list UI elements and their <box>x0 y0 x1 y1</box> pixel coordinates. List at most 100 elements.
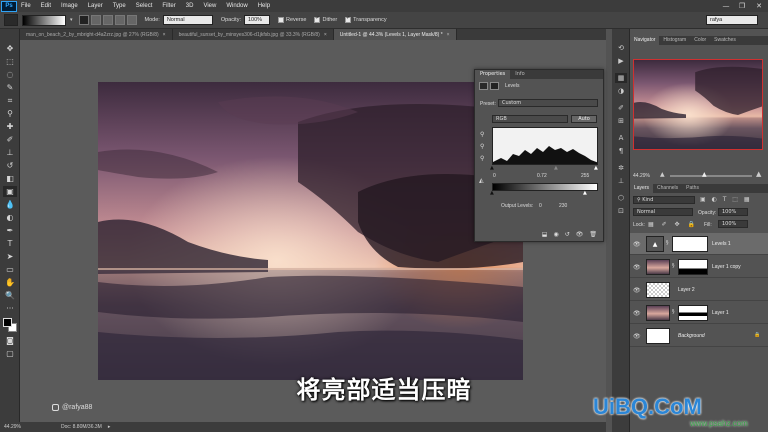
brush-tool-icon[interactable]: ✐ <box>3 134 17 145</box>
output-black-value[interactable]: 0 <box>539 203 542 209</box>
visibility-eye-icon[interactable]: 👁 <box>633 310 641 317</box>
layer-row-layer-2[interactable]: 👁 Layer 2 <box>630 279 768 301</box>
clip-to-layer-icon[interactable]: ⬓ <box>542 231 548 238</box>
lock-icons[interactable]: ▦ ✐ ✥ 🔒 <box>648 221 698 228</box>
close-icon[interactable]: × <box>324 32 327 38</box>
minimize-button[interactable]: — <box>718 0 734 12</box>
path-select-tool-icon[interactable]: ➤ <box>3 251 17 262</box>
maximize-button[interactable]: ❐ <box>734 0 750 12</box>
document-canvas-image[interactable] <box>98 82 523 380</box>
menu-image[interactable]: Image <box>61 3 78 9</box>
layer-row-background[interactable]: 👁 Background 🔒 <box>630 325 768 347</box>
status-arrow-icon[interactable]: ▸ <box>108 424 111 430</box>
eyedropper-white-icon[interactable]: ⚲ <box>480 155 484 162</box>
eyedropper-gray-icon[interactable]: ⚲ <box>480 143 484 150</box>
visibility-eye-icon[interactable]: 👁 <box>633 287 641 294</box>
tab-man-on-beach[interactable]: man_on_beach_2_by_mbright-d4a2zrz.jpg @ … <box>20 29 173 40</box>
tab-untitled-1[interactable]: Untitled-1 @ 44.3% (Levels 1, Layer Mask… <box>333 29 457 40</box>
layer-filter-icons[interactable]: ▣ ◐ T ⬚ ▦ <box>700 196 752 203</box>
zoom-tool-icon[interactable]: 🔍 <box>3 290 17 301</box>
eraser-tool-icon[interactable]: ◧ <box>3 173 17 184</box>
character-icon[interactable]: A <box>615 133 627 143</box>
reverse-checkbox[interactable] <box>278 17 284 23</box>
input-white-value[interactable]: 255 <box>581 173 589 179</box>
gradient-picker[interactable] <box>22 14 66 26</box>
menu-filter[interactable]: Filter <box>162 3 175 9</box>
layer-name[interactable]: Layer 1 copy <box>712 264 741 270</box>
linear-gradient-button[interactable] <box>78 15 89 25</box>
dither-checkbox[interactable] <box>314 17 321 23</box>
actions-icon[interactable]: ▶ <box>615 56 627 66</box>
visibility-eye-icon[interactable]: 👁 <box>633 241 641 248</box>
more-tools-icon[interactable]: ··· <box>3 303 17 314</box>
layer-name[interactable]: Layer 2 <box>678 287 695 293</box>
layer-filter-kind[interactable]: ⚲ Kind <box>633 196 695 204</box>
3d-icon[interactable]: ⬡ <box>615 193 627 203</box>
angle-gradient-button[interactable] <box>102 15 113 25</box>
quick-mask-icon[interactable]: ◙ <box>3 335 17 346</box>
quick-select-tool-icon[interactable]: ✎ <box>3 82 17 93</box>
output-white-slider[interactable]: ▲ <box>583 190 587 196</box>
close-icon[interactable]: × <box>163 32 166 38</box>
navigator-zoom[interactable]: 44.29% <box>633 173 650 179</box>
clipping-icon[interactable]: ◭ <box>479 177 484 184</box>
output-white-value[interactable]: 230 <box>559 203 567 209</box>
tab-swatches[interactable]: Swatches <box>710 36 740 45</box>
tab-color[interactable]: Color <box>690 36 710 45</box>
opacity-input[interactable]: 100% <box>244 15 270 25</box>
blend-mode-select[interactable]: Normal <box>633 208 693 216</box>
delete-icon[interactable]: 🗑 <box>589 231 597 238</box>
channel-select[interactable]: RGB <box>492 115 568 123</box>
input-black-value[interactable]: 0 <box>493 173 496 179</box>
eyedropper-black-icon[interactable]: ⚲ <box>480 131 484 138</box>
layer-name[interactable]: Layer 1 <box>712 310 729 316</box>
layer-row-layer-1[interactable]: 👁 § Layer 1 <box>630 302 768 324</box>
output-black-slider[interactable]: ▲ <box>490 190 494 196</box>
timeline-icon[interactable]: ⊡ <box>615 206 627 216</box>
input-black-slider[interactable]: ▲ <box>490 165 494 171</box>
menu-edit[interactable]: Edit <box>41 3 51 9</box>
paragraph-icon[interactable]: ¶ <box>615 146 627 156</box>
menu-layer[interactable]: Layer <box>88 3 103 9</box>
lasso-tool-icon[interactable]: ◌ <box>3 69 17 80</box>
input-white-slider[interactable]: ▲ <box>594 165 598 171</box>
blur-tool-icon[interactable]: 💧 <box>3 199 17 210</box>
eyedropper-tool-icon[interactable]: ⚲ <box>3 108 17 119</box>
preset-select[interactable]: Custom <box>498 99 598 107</box>
menu-view[interactable]: View <box>203 3 216 9</box>
mode-select[interactable]: Normal <box>162 15 213 25</box>
tab-info[interactable]: Info <box>510 70 529 79</box>
layer-row-levels-1[interactable]: 👁 ▲ § Levels 1 <box>630 233 768 255</box>
screen-mode-icon[interactable]: ▢ <box>3 348 17 359</box>
fill-input[interactable]: 100% <box>718 220 748 228</box>
properties-icon[interactable]: ▦ <box>615 73 627 83</box>
brush-icon[interactable]: ✐ <box>615 103 627 113</box>
layer-mask-thumb[interactable] <box>678 259 708 275</box>
zoom-out-icon[interactable]: ▲ <box>660 171 665 178</box>
dodge-tool-icon[interactable]: ◐ <box>3 212 17 223</box>
type-tool-icon[interactable]: T <box>3 238 17 249</box>
reflected-gradient-button[interactable] <box>114 15 125 25</box>
healing-brush-tool-icon[interactable]: ✚ <box>3 121 17 132</box>
history-brush-tool-icon[interactable]: ↺ <box>3 160 17 171</box>
tab-navigator[interactable]: Navigator <box>630 36 660 45</box>
tab-beautiful-sunset[interactable]: beautiful_sunset_by_minsyes306-d1jkfsb.j… <box>172 29 334 40</box>
menu-window[interactable]: Window <box>226 3 247 9</box>
diamond-gradient-button[interactable] <box>126 15 137 25</box>
close-window-button[interactable]: ✕ <box>751 0 767 12</box>
tab-histogram[interactable]: Histogram <box>659 36 690 45</box>
reset-icon[interactable]: ↺ <box>565 231 570 238</box>
pen-tool-icon[interactable]: ✒ <box>3 225 17 236</box>
foreground-color-swatch[interactable] <box>3 318 12 327</box>
radial-gradient-button[interactable] <box>90 15 101 25</box>
marquee-tool-icon[interactable]: ⬚ <box>3 56 17 67</box>
shape-tool-icon[interactable]: ▭ <box>3 264 17 275</box>
layer-mask-thumb[interactable] <box>678 305 708 321</box>
gradient-picker-arrow-icon[interactable]: ▾ <box>70 17 73 23</box>
close-icon[interactable]: × <box>447 32 450 38</box>
menu-select[interactable]: Select <box>136 3 153 9</box>
menu-type[interactable]: Type <box>113 3 126 9</box>
layer-mask-thumb[interactable] <box>672 236 708 252</box>
styles-icon[interactable]: ✲ <box>615 163 627 173</box>
input-gamma-slider[interactable]: ▲ <box>554 165 558 171</box>
